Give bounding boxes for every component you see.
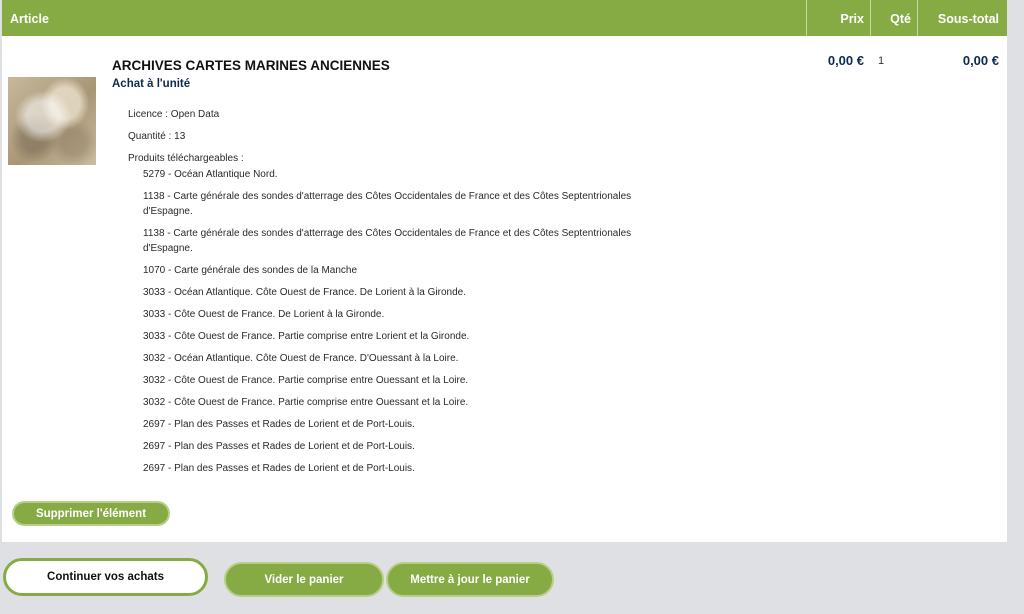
empty-cart-button[interactable]: Vider le panier [224,562,384,597]
item-subtotal: 0,00 € [962,53,999,68]
item-title[interactable]: ARCHIVES CARTES MARINES ANCIENNES [112,58,390,73]
product-list-item: 3033 - Côte Ouest de France. De Lorient … [143,309,385,320]
header-prix: Prix [806,0,870,36]
product-list-item: 2697 - Plan des Passes et Rades de Lorie… [143,419,415,430]
product-list-item: 1138 - Carte générale des sondes d'atter… [143,191,632,217]
product-list-item: 3033 - Côte Ouest de France. Partie comp… [143,331,470,342]
product-list: 5279 - Océan Atlantique Nord. 1138 - Cart… [143,167,643,483]
delete-item-button[interactable]: Supprimer l'élément [12,501,170,526]
cart-panel: Article Prix Qté Sous-total ARCHIVES CAR… [2,0,1007,542]
item-produits-label: Produits téléchargeables : [128,153,244,164]
item-price: 0,00 € [827,53,864,68]
item-licence: Licence : Open Data [128,109,220,120]
product-list-item: 1070 - Carte générale des sondes de la M… [143,265,358,276]
product-list-item: 3032 - Côte Ouest de France. Partie comp… [143,375,469,386]
item-qty: 1 [878,55,885,67]
continue-shopping-button[interactable]: Continuer vos achats [3,558,208,596]
item-subtitle: Achat à l'unité [112,78,191,90]
product-list-item: 1138 - Carte générale des sondes d'atter… [143,228,632,254]
product-list-item: 2697 - Plan des Passes et Rades de Lorie… [143,441,415,452]
product-list-item: 3033 - Océan Atlantique. Côte Ouest de F… [143,287,466,298]
product-list-item: 5279 - Océan Atlantique Nord. [143,169,278,180]
header-article: Article [10,12,49,26]
product-list-item: 3032 - Côte Ouest de France. Partie comp… [143,397,469,408]
update-cart-button[interactable]: Mettre à jour le panier [386,562,554,597]
item-thumbnail-map[interactable] [8,77,96,165]
cart-table-header: Article Prix Qté Sous-total [2,0,1007,36]
product-list-item: 2697 - Plan des Passes et Rades de Lorie… [143,463,415,474]
header-sous-total: Sous-total [917,0,1007,36]
item-quantite: Quantité : 13 [128,131,186,142]
product-list-item: 3032 - Océan Atlantique. Côte Ouest de F… [143,353,459,364]
header-qte: Qté [870,0,917,36]
